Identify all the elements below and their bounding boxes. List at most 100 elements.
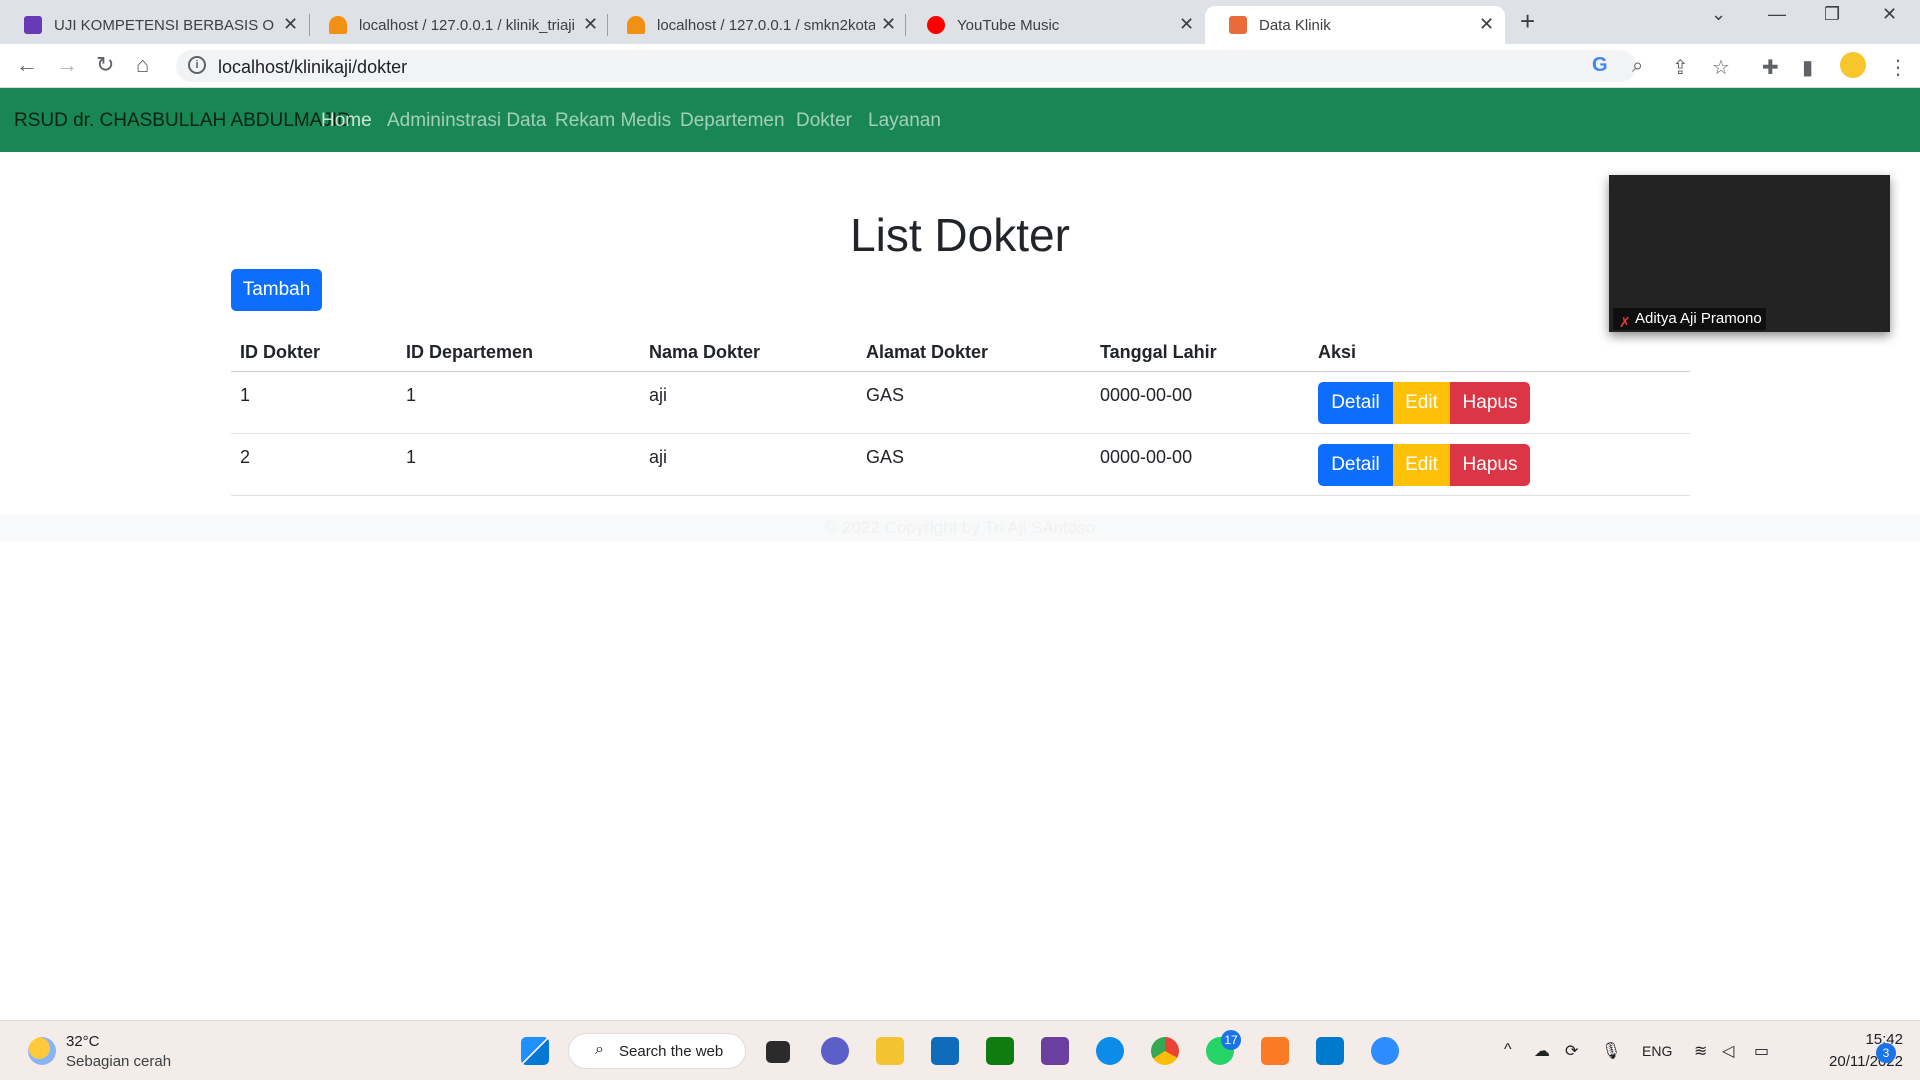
file-explorer-icon[interactable] (876, 1037, 904, 1065)
nav-link-home[interactable]: Home (321, 110, 372, 132)
wifi-icon[interactable]: ≋ (1694, 1041, 1707, 1061)
home-icon[interactable]: ⌂ (136, 52, 149, 78)
nav-link-rekam-medis[interactable]: Rekam Medis (555, 110, 671, 132)
vscode-icon[interactable] (1316, 1037, 1344, 1065)
new-tab-icon[interactable]: + (1520, 6, 1535, 37)
microphone-icon[interactable]: 🎙 (1601, 1041, 1621, 1061)
reload-icon[interactable]: ↻ (96, 52, 114, 78)
cell-id-departemen: 1 (406, 385, 417, 405)
url-text[interactable]: localhost/klinikaji/dokter (218, 57, 407, 78)
partly-sunny-icon (28, 1037, 56, 1065)
tab-label: localhost / 127.0.0.1 / smkn2kota (657, 17, 875, 34)
cell-nama-dokter: aji (649, 447, 668, 467)
chrome-icon[interactable] (1151, 1037, 1179, 1065)
header-divider (231, 371, 1690, 372)
add-doctor-button[interactable]: Tambah (231, 269, 322, 311)
input-language[interactable]: ENG (1642, 1043, 1672, 1059)
detail-button[interactable]: Detail (1318, 382, 1393, 424)
column-header-alamat-dokter: Alamat Dokter (866, 342, 989, 362)
microsoft-store-icon[interactable] (931, 1037, 959, 1065)
delete-button[interactable]: Hapus (1450, 444, 1530, 486)
share-icon[interactable]: ⇪ (1672, 55, 1689, 80)
battery-icon[interactable]: ▭ (1754, 1041, 1769, 1061)
search-label: Search the web (619, 1043, 724, 1060)
restore-icon[interactable]: ❐ (1824, 4, 1840, 25)
volume-icon[interactable]: ◁ (1722, 1041, 1734, 1061)
edge-icon[interactable] (1096, 1037, 1124, 1065)
tab-phpmyadmin-klinik[interactable]: localhost / 127.0.0.1 / klinik_triaji ✕ (305, 6, 605, 44)
onedrive-icon[interactable]: ☁ (1534, 1041, 1550, 1061)
nav-link-dokter[interactable]: Dokter (796, 110, 852, 132)
profile-avatar-icon[interactable] (1840, 52, 1866, 78)
row-divider (231, 433, 1690, 434)
browser-tab-bar: UJI KOMPETENSI BERBASIS OKUP ✕ localhost… (0, 0, 1920, 44)
start-menu-icon[interactable] (521, 1037, 549, 1065)
photo-app-icon[interactable] (1041, 1037, 1069, 1065)
back-icon[interactable]: ← (16, 52, 38, 78)
edit-button[interactable]: Edit (1393, 444, 1450, 486)
zoom-icon[interactable] (1371, 1037, 1399, 1065)
page-footer: © 2022 Copyright by Tri Aji SAntoso (0, 515, 1920, 541)
nav-link-departemen[interactable]: Departemen (680, 110, 785, 132)
teams-chat-icon[interactable] (821, 1037, 849, 1065)
column-header-tanggal-lahir: Tanggal Lahir (1100, 342, 1217, 362)
edit-button[interactable]: Edit (1393, 382, 1450, 424)
nav-link-layanan[interactable]: Layanan (868, 110, 941, 132)
cell-id-departemen: 1 (406, 447, 417, 467)
extensions-icon[interactable]: ✚ (1762, 55, 1779, 80)
xampp-icon (1229, 16, 1247, 34)
cell-alamat-dokter: GAS (866, 385, 905, 405)
nav-link-administrasi-data[interactable]: Admininstrasi Data (387, 110, 546, 132)
sync-icon[interactable]: ⟳ (1565, 1041, 1578, 1061)
tab-label: YouTube Music (957, 17, 1060, 34)
column-header-id-dokter: ID Dokter (240, 342, 321, 362)
forms-icon (24, 16, 42, 34)
delete-button[interactable]: Hapus (1450, 382, 1530, 424)
detail-button[interactable]: Detail (1318, 444, 1393, 486)
tab-label: localhost / 127.0.0.1 / klinik_triaji (359, 17, 575, 34)
window-close-icon[interactable]: ✕ (1882, 4, 1897, 25)
xampp-icon[interactable] (1261, 1037, 1289, 1065)
cell-nama-dokter: aji (649, 385, 668, 405)
site-info-icon[interactable]: i (188, 56, 206, 74)
tab-youtube-music[interactable]: YouTube Music ✕ (903, 6, 1203, 44)
tab-label: Data Klinik (1259, 17, 1331, 34)
participant-name-tag: ✗ Aditya Aji Pramono (1613, 308, 1766, 330)
notification-badge[interactable]: 3 (1876, 1043, 1896, 1063)
browser-toolbar: ← → ↻ ⌂ i localhost/klinikaji/dokter G ⌕… (0, 44, 1920, 88)
windows-taskbar: 32°C Sebagian cerah ⌕ Search the web 17 … (0, 1020, 1920, 1080)
minimize-icon[interactable]: — (1768, 4, 1786, 25)
muted-mic-icon: ✗ (1619, 314, 1631, 330)
whatsapp-badge: 17 (1221, 1030, 1241, 1050)
close-icon[interactable]: ✕ (1179, 14, 1194, 35)
close-icon[interactable]: ✕ (881, 14, 896, 35)
video-call-window[interactable]: ✗ Aditya Aji Pramono (1609, 175, 1890, 332)
participant-name: Aditya Aji Pramono (1635, 310, 1762, 327)
column-header-aksi: Aksi (1318, 342, 1357, 362)
tab-data-klinik[interactable]: Data Klinik ✕ (1205, 6, 1505, 44)
weather-description: Sebagian cerah (66, 1053, 172, 1070)
column-header-id-departemen: ID Departemen (406, 342, 534, 362)
forward-icon[interactable]: → (56, 52, 78, 78)
address-bar[interactable]: i localhost/klinikaji/dokter (176, 50, 1636, 82)
show-hidden-icons-icon[interactable]: ^ (1504, 1041, 1512, 1059)
close-icon[interactable]: ✕ (583, 14, 598, 35)
bookmark-star-icon[interactable]: ☆ (1712, 55, 1730, 80)
navbar-brand[interactable]: RSUD dr. CHASBULLAH ABDULMAJID (14, 110, 351, 132)
close-icon[interactable]: ✕ (283, 14, 298, 35)
phpmyadmin-icon (329, 16, 347, 34)
cell-id-dokter: 1 (240, 385, 251, 405)
google-translate-icon[interactable]: G (1592, 54, 1608, 77)
menu-kebab-icon[interactable]: ⋮ (1888, 55, 1908, 80)
tab-phpmyadmin-smkn2[interactable]: localhost / 127.0.0.1 / smkn2kota ✕ (603, 6, 903, 44)
taskbar-search[interactable]: ⌕ Search the web (568, 1033, 746, 1069)
close-icon[interactable]: ✕ (1479, 14, 1494, 35)
zoom-icon[interactable]: ⌕ (1632, 55, 1643, 78)
search-icon: ⌕ (595, 1041, 604, 1058)
cell-alamat-dokter: GAS (866, 447, 905, 467)
tab-search-icon[interactable]: ⌄ (1711, 4, 1726, 25)
side-panel-icon[interactable]: ▮ (1802, 55, 1813, 80)
xbox-icon[interactable] (986, 1037, 1014, 1065)
tab-uji-kompetensi[interactable]: UJI KOMPETENSI BERBASIS OKUP ✕ (0, 6, 305, 44)
task-view-icon[interactable] (766, 1041, 790, 1063)
